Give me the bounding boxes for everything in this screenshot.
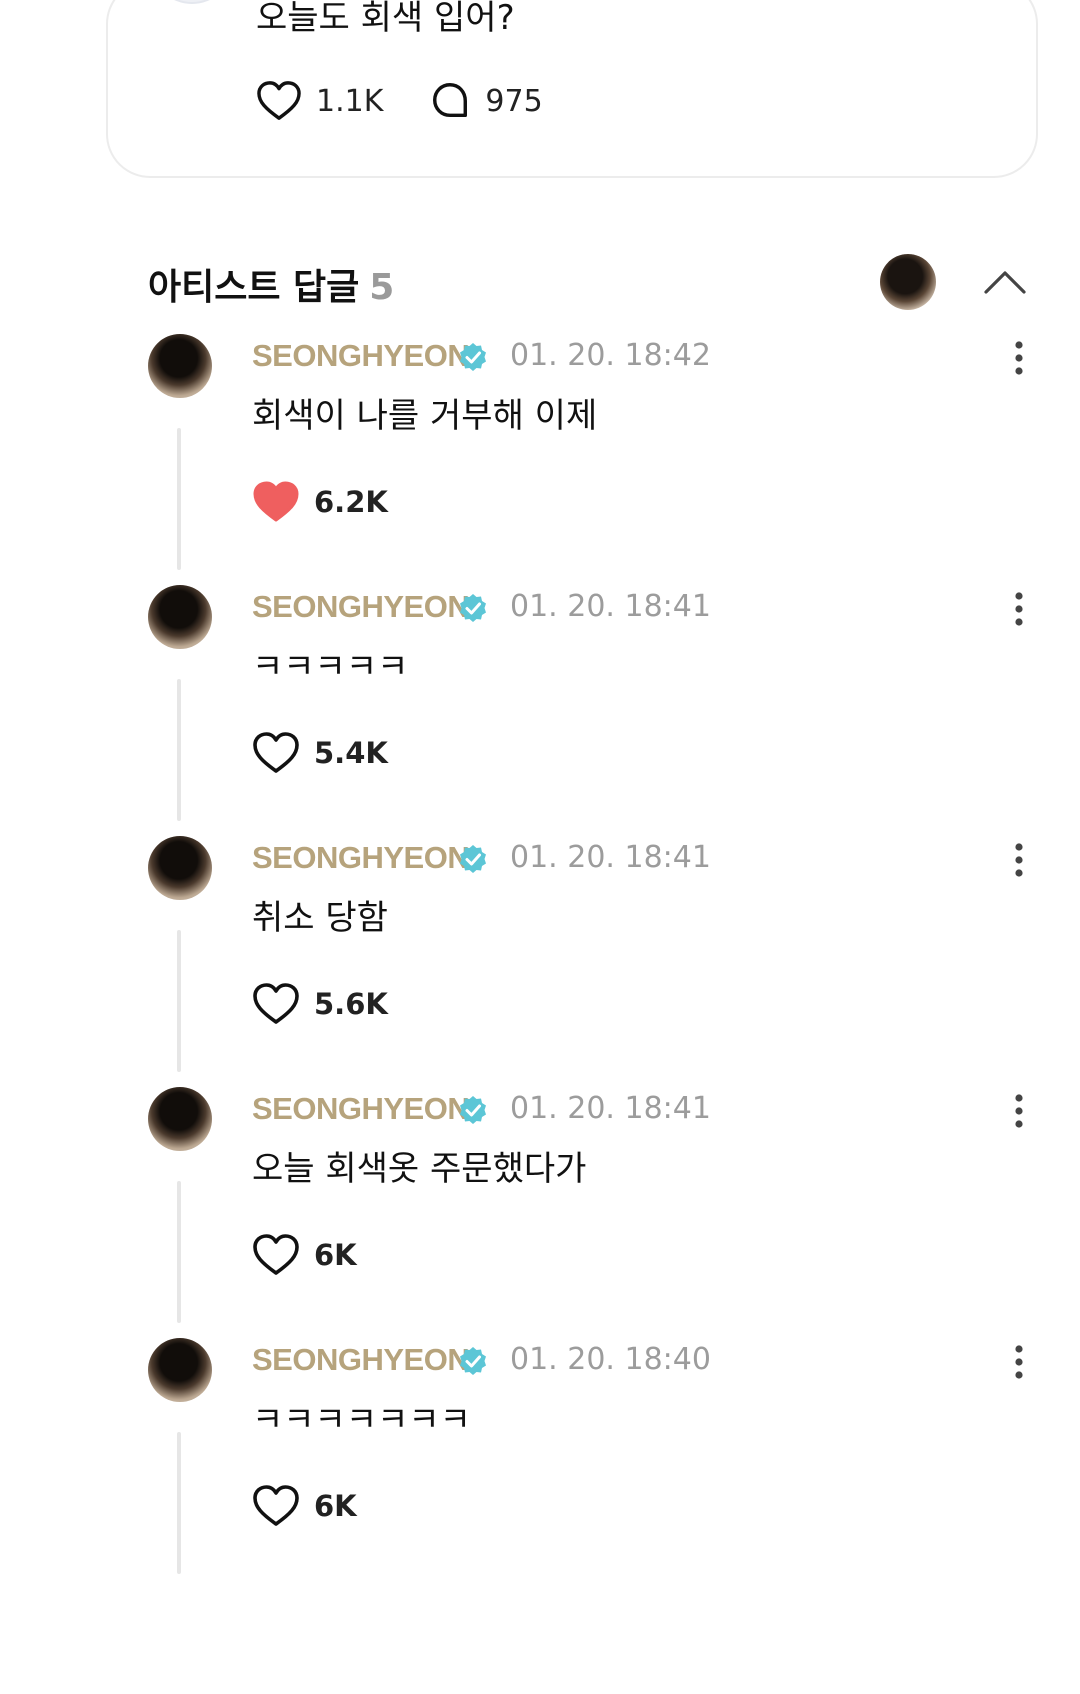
- avatar[interactable]: [148, 334, 212, 398]
- artist-name[interactable]: SEONGHYEON: [252, 338, 470, 374]
- reply-timestamp: 01. 20. 18:42: [510, 338, 711, 373]
- reply-like-count: 5.6K: [314, 987, 388, 1021]
- post-text: 오늘도 회색 입어?: [256, 0, 515, 38]
- reply-like-count: 5.4K: [314, 736, 388, 770]
- post-comment-button[interactable]: 975: [429, 80, 543, 122]
- reply-text: 오늘 회색옷 주문했다가: [252, 1149, 587, 1189]
- heart-icon: [253, 481, 299, 522]
- reply-timestamp: 01. 20. 18:41: [510, 589, 711, 624]
- artist-name[interactable]: SEONGHYEON: [252, 840, 470, 876]
- thread-line: [177, 1181, 181, 1323]
- post-like-button[interactable]: 1.1K: [256, 80, 383, 122]
- reply-timestamp: 01. 20. 18:40: [510, 1342, 711, 1377]
- reply-timestamp: 01. 20. 18:41: [510, 840, 711, 875]
- artist-name[interactable]: SEONGHYEON: [252, 1091, 470, 1127]
- verified-badge-icon: [460, 1096, 486, 1124]
- avatar[interactable]: [148, 1087, 212, 1151]
- post-actions: 1.1K 975: [256, 80, 543, 122]
- reply-timestamp: 01. 20. 18:41: [510, 1091, 711, 1126]
- avatar[interactable]: [148, 836, 212, 900]
- reply-text: ㅋㅋㅋㅋㅋ: [252, 647, 409, 687]
- more-vertical-icon[interactable]: [1014, 1344, 1024, 1380]
- more-vertical-icon[interactable]: [1014, 591, 1024, 627]
- heart-icon: [253, 983, 299, 1024]
- reply-item: SEONGHYEON 01. 20. 18:40 ㅋㅋㅋㅋㅋㅋㅋ 6K: [148, 1338, 1028, 1608]
- artist-replies-header: 아티스트 답글 5: [148, 252, 1028, 312]
- verified-badge-icon: [460, 1347, 486, 1375]
- verified-badge-icon: [460, 594, 486, 622]
- more-vertical-icon[interactable]: [1014, 842, 1024, 878]
- section-title-label: 아티스트 답글: [148, 267, 360, 308]
- reply-count: 5: [369, 267, 395, 308]
- post-author-avatar[interactable]: [150, 0, 234, 4]
- artist-avatar[interactable]: [880, 254, 936, 310]
- artist-name[interactable]: SEONGHYEON: [252, 589, 470, 625]
- reply-item: SEONGHYEON 01. 20. 18:42 회색이 나를 거부해 이제 6…: [148, 334, 1028, 604]
- reply-like-button[interactable]: 6K: [252, 1484, 357, 1528]
- reply-like-count: 6K: [314, 1489, 357, 1523]
- heart-icon: [253, 732, 299, 773]
- thread-line: [177, 930, 181, 1072]
- reply-like-button[interactable]: 6.2K: [252, 480, 388, 524]
- post-card: 오늘도 회색 입어? 1.1K 975: [106, 0, 1038, 178]
- reply-like-button[interactable]: 5.6K: [252, 982, 388, 1026]
- more-vertical-icon[interactable]: [1014, 1093, 1024, 1129]
- reply-item: SEONGHYEON 01. 20. 18:41 ㅋㅋㅋㅋㅋ 5.4K: [148, 585, 1028, 855]
- reply-like-button[interactable]: 6K: [252, 1233, 357, 1277]
- post-like-count: 1.1K: [316, 83, 384, 119]
- artist-name[interactable]: SEONGHYEON: [252, 1342, 470, 1378]
- comment-bubble-icon: [433, 83, 468, 118]
- reply-text: 회색이 나를 거부해 이제: [252, 396, 598, 436]
- post-comment-count: 975: [485, 83, 543, 119]
- reply-text: 취소 당함: [252, 898, 388, 938]
- reply-item: SEONGHYEON 01. 20. 18:41 취소 당함 5.6K: [148, 836, 1028, 1106]
- reply-like-button[interactable]: 5.4K: [252, 731, 388, 775]
- avatar[interactable]: [148, 1338, 212, 1402]
- reply-like-count: 6K: [314, 1238, 357, 1272]
- verified-badge-icon: [460, 343, 486, 371]
- section-title: 아티스트 답글 5: [148, 258, 394, 310]
- heart-icon: [253, 1485, 299, 1526]
- verified-badge-icon: [460, 845, 486, 873]
- reply-text: ㅋㅋㅋㅋㅋㅋㅋ: [252, 1400, 471, 1440]
- heart-icon: [253, 1234, 299, 1275]
- reply-item: SEONGHYEON 01. 20. 18:41 오늘 회색옷 주문했다가 6K: [148, 1087, 1028, 1357]
- thread-line: [177, 428, 181, 570]
- more-vertical-icon[interactable]: [1014, 340, 1024, 376]
- thread-line: [177, 1432, 181, 1574]
- thread-line: [177, 679, 181, 821]
- reply-like-count: 6.2K: [314, 485, 388, 519]
- heart-icon: [257, 81, 301, 120]
- chevron-up-icon[interactable]: [982, 262, 1028, 302]
- avatar[interactable]: [148, 585, 212, 649]
